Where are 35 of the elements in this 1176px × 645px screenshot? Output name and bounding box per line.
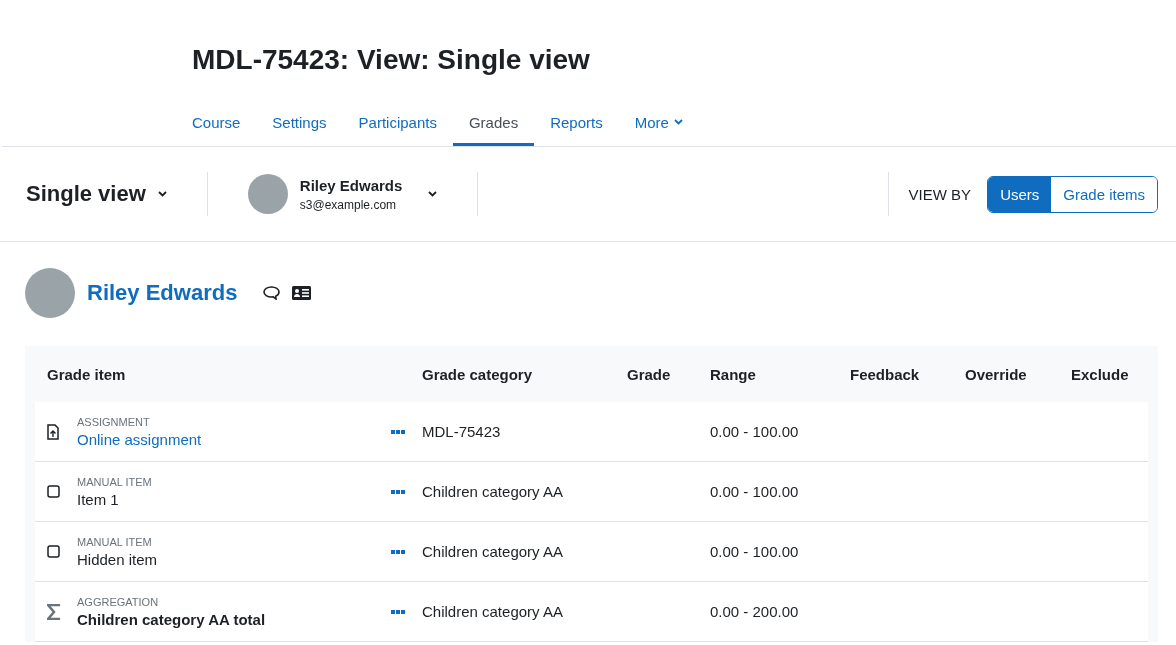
column-header: Grade category — [422, 364, 534, 385]
nav-tab[interactable]: Course — [176, 101, 257, 146]
user-selector[interactable]: Riley Edwards s3@example.com — [207, 174, 438, 214]
range-cell-text: 0.00 - 100.00 — [710, 543, 800, 560]
column-header: Feedback — [850, 364, 921, 385]
range-cell-text: 0.00 - 200.00 — [710, 603, 800, 620]
column-header: Grade item — [47, 364, 127, 385]
user-name-link[interactable]: Riley Edwards — [87, 280, 238, 306]
category-cell-text: Children category AA — [422, 603, 564, 620]
category-cell-text: Children category AA — [422, 483, 564, 500]
column-header: Grade — [627, 364, 672, 385]
column-header: Range — [710, 364, 757, 385]
page-title: MDL-75423: View: Single view — [191, 43, 591, 77]
column-header: Override — [965, 364, 1028, 385]
view-by-option[interactable]: Users — [988, 176, 1052, 212]
item-type-label: MANUAL ITEM — [77, 535, 153, 548]
grade-item-link[interactable]: Online assignment — [77, 430, 391, 448]
range-cell-text: 0.00 - 100.00 — [710, 483, 800, 500]
nav-tab[interactable]: Reports — [534, 101, 619, 146]
range-cell-text: 0.00 - 100.00 — [710, 423, 800, 440]
grade-item-name: Hidden item — [77, 550, 159, 568]
column-header: Exclude — [1071, 364, 1130, 385]
grade-item-name: Children category AA total — [77, 610, 267, 628]
item-type-label: ASSIGNMENT — [77, 415, 151, 428]
nav-tab[interactable]: More — [618, 101, 699, 146]
view-by-label: VIEW BY — [908, 185, 972, 203]
grade-item-name: Item 1 — [77, 490, 120, 508]
category-cell-text: Children category AA — [422, 543, 564, 560]
nav-tab[interactable]: Grades — [452, 101, 535, 146]
nav-tab[interactable]: Participants — [342, 101, 453, 146]
item-type-label: AGGREGATION — [77, 595, 160, 608]
category-cell-text: MDL-75423 — [422, 423, 502, 440]
report-selector[interactable]: Single view — [26, 181, 167, 207]
item-type-label: MANUAL ITEM — [77, 475, 153, 488]
nav-tab[interactable]: Settings — [256, 101, 343, 146]
